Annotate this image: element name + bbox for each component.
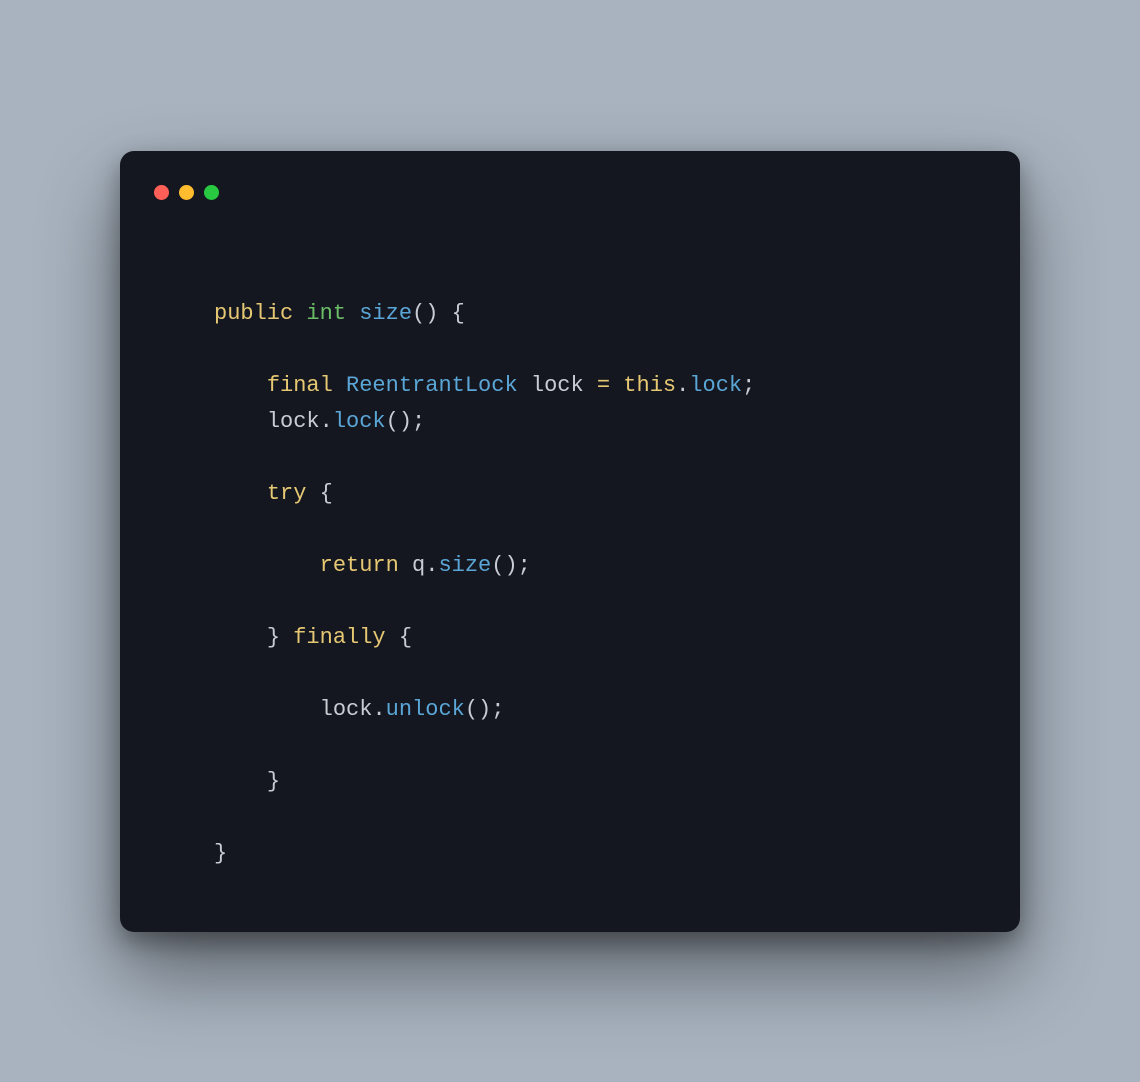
- token-ident: lock: [531, 373, 584, 398]
- token-punct: .: [320, 409, 333, 434]
- token-keyword: public: [214, 301, 293, 326]
- token-func: lock: [333, 409, 386, 434]
- token-punct: ();: [386, 409, 426, 434]
- token-punct: .: [372, 697, 385, 722]
- token-ident: lock: [320, 697, 373, 722]
- token-keyword: finally: [293, 625, 385, 650]
- token-keyword: return: [320, 553, 399, 578]
- token-punct: {: [452, 301, 465, 326]
- token-punct: }: [267, 625, 280, 650]
- token-func: size: [359, 301, 412, 326]
- token-ident: q: [412, 553, 425, 578]
- token-punct: .: [676, 373, 689, 398]
- code-block: public int size() { final ReentrantLock …: [214, 296, 990, 872]
- token-punct: }: [267, 769, 280, 794]
- token-punct: ;: [742, 373, 755, 398]
- stage: public int size() { final ReentrantLock …: [0, 0, 1140, 1082]
- token-punct: {: [320, 481, 333, 506]
- token-keyword: this: [623, 373, 676, 398]
- token-punct: {: [399, 625, 412, 650]
- token-func: size: [438, 553, 491, 578]
- code-window: public int size() { final ReentrantLock …: [120, 151, 1020, 932]
- window-traffic-lights: [154, 185, 990, 200]
- zoom-icon[interactable]: [204, 185, 219, 200]
- token-func: ReentrantLock: [346, 373, 518, 398]
- token-punct: (): [412, 301, 438, 326]
- token-ident: lock: [267, 409, 320, 434]
- token-punct: ();: [465, 697, 505, 722]
- token-type: int: [306, 301, 346, 326]
- token-punct: .: [425, 553, 438, 578]
- close-icon[interactable]: [154, 185, 169, 200]
- token-func: lock: [689, 373, 742, 398]
- token-punct: ();: [491, 553, 531, 578]
- minimize-icon[interactable]: [179, 185, 194, 200]
- token-punct: }: [214, 841, 227, 866]
- token-op: =: [597, 373, 610, 398]
- token-keyword: final: [267, 373, 333, 398]
- token-func: unlock: [386, 697, 465, 722]
- token-keyword: try: [267, 481, 307, 506]
